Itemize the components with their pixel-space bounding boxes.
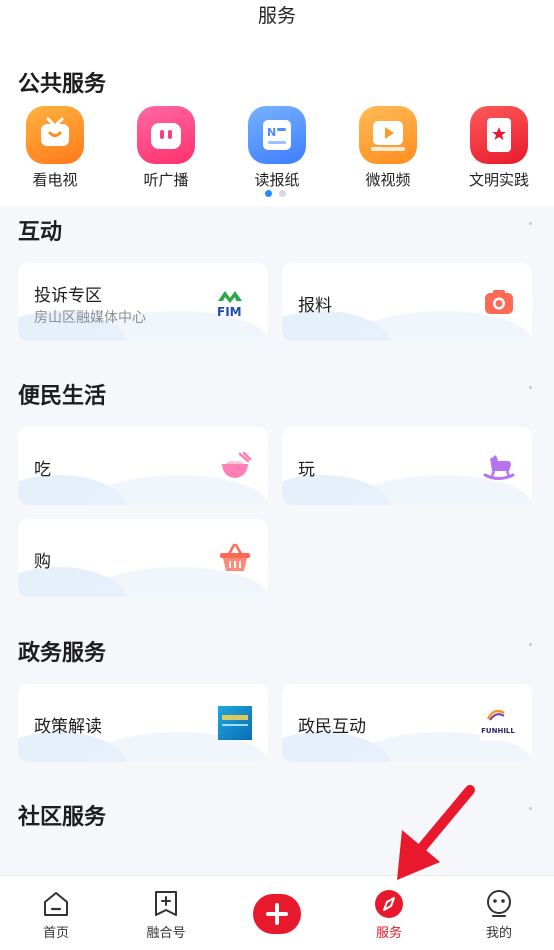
section-title-life: 便民生活 (18, 384, 107, 409)
card-title: 吃 (34, 460, 51, 480)
tab-label: 首页 (42, 926, 69, 941)
section-more-indicator (529, 643, 532, 646)
section-more-indicator (529, 386, 532, 389)
rocking-horse-icon (482, 449, 516, 483)
profile-icon (483, 888, 515, 920)
card-eat[interactable]: 吃 (18, 427, 268, 505)
home-icon (40, 888, 72, 920)
section-title-community: 社区服务 (18, 805, 107, 830)
top-bar: 服务 (0, 0, 554, 40)
card-complaint-zone[interactable]: 投诉专区 房山区融媒体中心 FIM (18, 263, 268, 341)
section-title-public-services: 公共服务 (18, 72, 107, 97)
card-subtitle: 房山区融媒体中心 (34, 310, 146, 326)
shopping-basket-icon (218, 541, 252, 575)
public-item-label: 听广播 (143, 171, 189, 189)
section-more-indicator (529, 807, 532, 810)
svg-text:FIM: FIM (217, 305, 242, 319)
civilization-icon (470, 106, 528, 164)
public-item-civilization[interactable]: 文明实践 (449, 106, 549, 190)
public-services-section: 公共服务 看电视 听广播 N 读报纸 微视频 文明实践 (0, 40, 554, 206)
card-title: 政策解读 (34, 717, 102, 737)
tab-label-active: 服务 (375, 926, 402, 941)
public-item-tv[interactable]: 看电视 (5, 106, 105, 190)
tab-profile[interactable]: 我的 (459, 888, 539, 941)
card-shop[interactable]: 购 (18, 519, 268, 597)
tv-icon (26, 106, 84, 164)
card-citizen-interaction[interactable]: 政民互动 FUNHILL (282, 684, 532, 762)
tab-label: 我的 (485, 926, 512, 941)
tab-services[interactable]: 服务 (349, 888, 429, 941)
public-item-newspaper[interactable]: N 读报纸 (227, 106, 327, 190)
compass-icon (373, 888, 405, 920)
card-title: 投诉专区 (34, 286, 102, 306)
bottom-tab-bar: 首页 融合号 服务 我的 (0, 875, 554, 950)
card-title: 报料 (298, 296, 332, 316)
carousel-indicator (265, 190, 295, 198)
video-icon (359, 106, 417, 164)
public-item-label: 微视频 (365, 171, 411, 189)
section-more-indicator (529, 222, 532, 225)
public-item-label: 看电视 (32, 171, 78, 189)
card-title: 购 (34, 552, 51, 572)
tab-fusion[interactable]: 融合号 (126, 888, 206, 941)
section-title-government: 政务服务 (18, 641, 107, 666)
page-title: 服务 (257, 5, 296, 27)
camera-icon (482, 285, 516, 319)
policy-thumbnail-icon (218, 706, 252, 740)
fm-logo-icon: FIM (216, 283, 252, 319)
public-item-radio[interactable]: 听广播 (116, 106, 216, 190)
public-item-label: 读报纸 (254, 171, 300, 189)
funhill-logo-icon: FUNHILL (480, 705, 516, 741)
card-play[interactable]: 玩 (282, 427, 532, 505)
card-news-tip[interactable]: 报料 (282, 263, 532, 341)
newspaper-icon: N (248, 106, 306, 164)
card-title: 玩 (298, 460, 315, 480)
svg-text:N: N (267, 126, 276, 139)
svg-text:FUNHILL: FUNHILL (481, 727, 515, 735)
section-title-interaction: 互动 (18, 220, 63, 245)
card-policy-interpretation[interactable]: 政策解读 (18, 684, 268, 762)
public-item-video[interactable]: 微视频 (338, 106, 438, 190)
radio-icon (137, 106, 195, 164)
plus-button[interactable] (253, 894, 301, 934)
carousel-dot (279, 190, 286, 197)
noodle-bowl-icon (218, 449, 252, 483)
plus-icon (266, 903, 288, 925)
public-item-label: 文明实践 (468, 171, 529, 189)
card-title: 政民互动 (298, 717, 366, 737)
tab-label: 融合号 (146, 926, 186, 941)
carousel-dot-active (265, 190, 272, 197)
tab-home[interactable]: 首页 (16, 888, 96, 941)
fusion-icon (150, 888, 182, 920)
